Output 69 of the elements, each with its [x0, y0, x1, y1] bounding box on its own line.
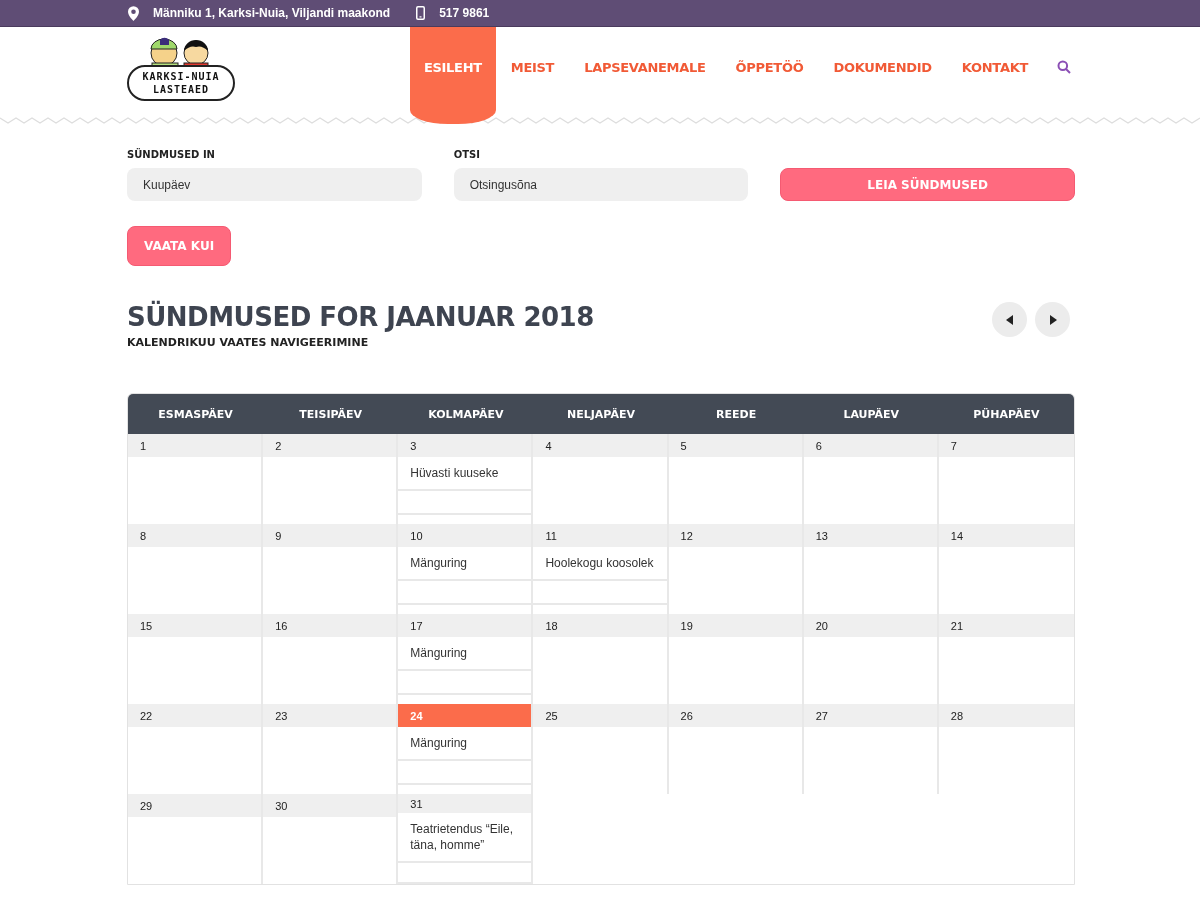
day-number: 25	[545, 709, 558, 722]
next-month-button[interactable]	[1035, 302, 1070, 337]
nav-link[interactable]: MEIST	[495, 27, 570, 107]
phone-number: 517 9861	[439, 6, 490, 20]
page-title: SÜNDMUSED FOR JAANUAR 2018	[127, 302, 594, 332]
weekday-header: ESMASPÄEV	[157, 406, 234, 423]
day-number: 28	[950, 709, 964, 722]
day-number: 27	[815, 709, 828, 722]
weekday-header: NELJAPÄEV	[566, 406, 636, 423]
nav-link[interactable]: LAPSEVANEMALE	[569, 27, 721, 107]
address-text: Männiku 1, Karksi-Nuia, Viljandi maakond	[153, 6, 391, 20]
page-subtitle: KALENDRIKUU VAATES NAVIGEERIMINE	[127, 336, 370, 349]
weekday-header: TEISIPÄEV	[298, 406, 364, 423]
previous-month-button[interactable]	[992, 302, 1027, 337]
event-link[interactable]: Teatrietendus “Eile, täna, homme”	[398, 813, 532, 864]
day-number: 4	[545, 439, 552, 452]
day-number: 30	[275, 799, 288, 812]
day-number: 11	[545, 529, 557, 542]
weekday-header: REEDE	[715, 406, 758, 423]
field-label: OTSI	[453, 149, 481, 160]
day-number: 7	[950, 439, 957, 452]
day-number: 22	[140, 709, 153, 722]
day-number: 14	[950, 529, 964, 542]
day-number: 10	[410, 529, 423, 542]
day-number: 31	[410, 797, 423, 810]
day-number: 18	[545, 619, 558, 632]
search-field[interactable]: Otsingusõna	[453, 168, 749, 201]
event-link[interactable]: Mänguring	[398, 547, 532, 581]
day-number: 5	[680, 439, 687, 452]
day-number: 13	[815, 529, 828, 542]
day-number: 20	[815, 619, 828, 632]
day-number: 1	[140, 439, 147, 452]
event-link[interactable]: Hoolekogu koosolek	[533, 547, 667, 581]
day-number: 9	[275, 529, 282, 542]
event-link[interactable]: Hüvasti kuuseke	[398, 457, 532, 491]
date-field[interactable]: Kuupäev	[127, 168, 422, 201]
event-link[interactable]: Mänguring	[398, 637, 532, 671]
nav-link[interactable]: ÕPPETÖÖ	[720, 27, 819, 107]
find-events-button[interactable]: LEIA SÜNDMUSED	[780, 168, 1075, 201]
field-label: SÜNDMUSED IN	[127, 149, 216, 160]
day-number: 19	[680, 619, 693, 632]
day-number: 16	[275, 619, 288, 632]
logo-text: KARKSI-NUIA	[142, 70, 220, 83]
day-number: 24	[410, 709, 423, 722]
day-number: 6	[815, 439, 822, 452]
weekday-header: LAUPÄEV	[842, 406, 901, 423]
map-pin-icon	[128, 5, 139, 21]
weekday-header: PÜHAPÄEV	[972, 406, 1041, 423]
day-number: 29	[140, 799, 153, 812]
day-number: 8	[140, 529, 147, 542]
nav-link[interactable]: KONTAKT	[946, 27, 1043, 107]
phone-icon	[416, 6, 426, 20]
left-triangle-icon	[1005, 314, 1014, 325]
nav-link[interactable]: ESILEHT	[409, 27, 496, 124]
right-triangle-icon	[1048, 314, 1057, 325]
day-number: 3	[410, 439, 417, 452]
nav-link[interactable]: DOKUMENDID	[818, 27, 947, 107]
search-icon	[1057, 60, 1071, 74]
day-number: 17	[410, 619, 423, 632]
logo-text: LASTEAED	[152, 83, 210, 96]
day-number: 26	[680, 709, 693, 722]
day-number: 2	[275, 439, 282, 452]
event-link[interactable]: Mänguring	[398, 727, 532, 761]
view-as-button[interactable]: VAATA KUI	[127, 226, 232, 266]
day-number: 15	[140, 619, 153, 632]
day-number: 12	[680, 529, 693, 542]
day-number: 23	[275, 709, 288, 722]
day-number: 21	[950, 619, 964, 632]
weekday-header: KOLMAPÄEV	[427, 406, 505, 423]
